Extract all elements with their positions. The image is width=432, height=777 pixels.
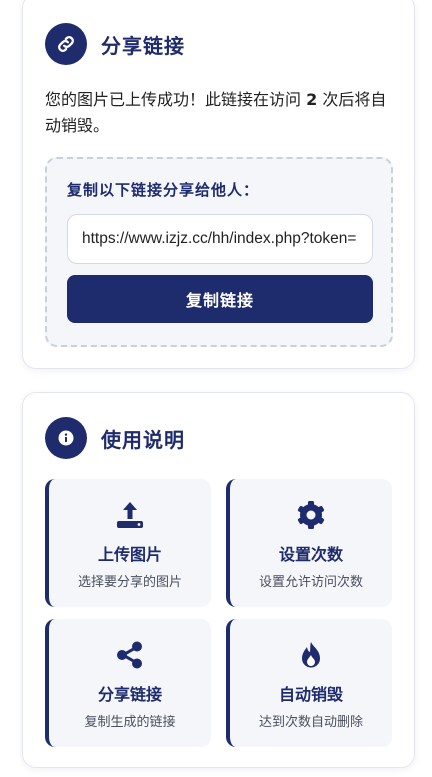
- feature-upload: 上传图片 选择要分享的图片: [45, 479, 211, 607]
- upload-icon: [49, 499, 211, 531]
- feature-title: 自动销毁: [278, 685, 343, 704]
- share-card-title: 分享链接: [101, 33, 185, 58]
- usage-help-card: 使用说明 上传图片 选择要分享的图片 设置次数 设置允许访问次数 分享链接 复制…: [22, 392, 415, 768]
- link-icon: [45, 23, 87, 65]
- feature-title: 上传图片: [97, 545, 162, 564]
- feature-description: 设置允许访问次数: [258, 575, 363, 590]
- help-card-header: 使用说明: [45, 417, 185, 459]
- fire-icon: [230, 639, 392, 671]
- gear-icon: [230, 499, 392, 531]
- copy-link-label: 复制以下链接分享给他人：: [67, 181, 260, 199]
- feature-title: 设置次数: [278, 545, 343, 564]
- copy-link-box: 复制以下链接分享给他人： 复制链接: [45, 157, 393, 347]
- feature-title: 分享链接: [97, 685, 162, 704]
- feature-set-count: 设置次数 设置允许访问次数: [226, 479, 392, 607]
- info-icon: [45, 417, 87, 459]
- feature-auto-destroy: 自动销毁 达到次数自动删除: [226, 619, 392, 747]
- copy-link-button[interactable]: 复制链接: [67, 275, 373, 323]
- share-link-input[interactable]: [67, 214, 373, 264]
- feature-description: 达到次数自动删除: [258, 715, 363, 730]
- share-link-card: 分享链接 您的图片已上传成功！此链接在访问 2 次后将自动销毁。 复制以下链接分…: [22, 0, 415, 369]
- feature-description: 复制生成的链接: [84, 715, 176, 730]
- message-text-before: 您的图片已上传成功！此链接在访问: [45, 90, 307, 109]
- feature-description: 选择要分享的图片: [77, 575, 182, 590]
- share-icon: [49, 639, 211, 671]
- feature-share-link: 分享链接 复制生成的链接: [45, 619, 211, 747]
- help-card-title: 使用说明: [101, 427, 185, 452]
- success-message: 您的图片已上传成功！此链接在访问 2 次后将自动销毁。: [45, 87, 395, 139]
- visit-count: 2: [306, 90, 318, 109]
- share-card-header: 分享链接: [45, 23, 185, 65]
